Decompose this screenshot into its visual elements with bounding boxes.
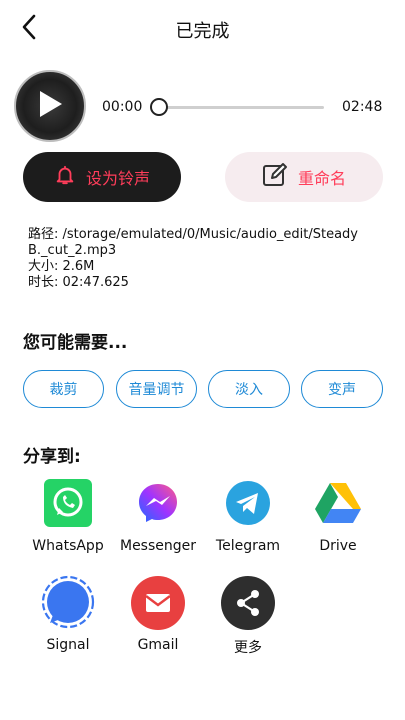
signal-icon <box>40 575 96 631</box>
share-gmail[interactable]: Gmail <box>118 575 198 653</box>
total-time: 02:48 <box>342 99 383 115</box>
suggestions-title: 您可能需要... <box>23 333 128 353</box>
current-time: 00:00 <box>102 99 143 115</box>
share-whatsapp[interactable]: WhatsApp <box>28 478 108 554</box>
chip-voice-change[interactable]: 变声 <box>301 370 383 408</box>
share-telegram[interactable]: Telegram <box>208 478 288 554</box>
share-signal[interactable]: Signal <box>28 575 108 653</box>
header: 已完成 <box>0 0 405 58</box>
seek-thumb[interactable] <box>150 98 168 116</box>
set-ringtone-button[interactable]: 设为铃声 <box>23 152 181 202</box>
whatsapp-icon <box>43 478 93 528</box>
gmail-icon <box>130 575 186 631</box>
share-drive-label: Drive <box>319 538 357 554</box>
rename-button[interactable]: 重命名 <box>225 152 383 202</box>
telegram-icon <box>223 478 273 528</box>
audio-player: 00:00 02:48 <box>14 70 394 144</box>
share-whatsapp-label: WhatsApp <box>32 538 104 554</box>
share-more[interactable]: 更多 <box>208 575 288 657</box>
share-messenger[interactable]: Messenger <box>118 478 198 554</box>
file-duration: 时长: 02:47.625 <box>28 275 129 290</box>
file-path: 路径: /storage/emulated/0/Music/audio_edit… <box>28 227 359 258</box>
play-button[interactable] <box>14 70 86 142</box>
share-title: 分享到: <box>23 447 81 467</box>
seek-track[interactable] <box>158 106 324 109</box>
share-gmail-label: Gmail <box>137 637 179 653</box>
google-drive-icon <box>313 478 363 528</box>
set-ringtone-label: 设为铃声 <box>85 169 150 188</box>
page-title: 已完成 <box>175 21 230 42</box>
play-icon <box>36 89 64 123</box>
file-size: 大小: 2.6M <box>28 259 95 274</box>
chip-trim[interactable]: 裁剪 <box>23 370 104 408</box>
share-signal-label: Signal <box>46 637 90 653</box>
share-drive[interactable]: Drive <box>298 478 378 554</box>
chip-fade-in[interactable]: 淡入 <box>208 370 290 408</box>
file-info: 路径: /storage/emulated/0/Music/audio_edit… <box>28 227 368 291</box>
share-messenger-label: Messenger <box>119 538 197 554</box>
share-more-icon <box>220 575 276 631</box>
edit-icon <box>262 162 288 192</box>
messenger-icon <box>133 478 183 528</box>
share-more-label: 更多 <box>234 640 262 656</box>
chip-volume[interactable]: 音量调节 <box>116 370 197 408</box>
rename-label: 重命名 <box>297 169 346 188</box>
share-telegram-label: Telegram <box>215 538 281 554</box>
bell-icon <box>54 164 76 190</box>
